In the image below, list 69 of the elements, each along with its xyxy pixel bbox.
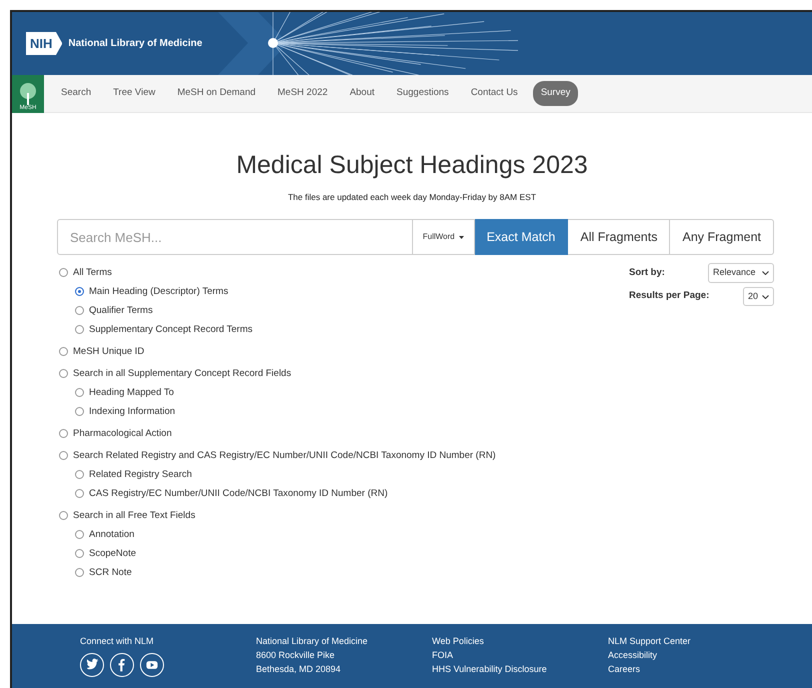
radio-button[interactable]	[59, 268, 68, 278]
radio-option[interactable]: Search in all Free Text Fields	[59, 506, 629, 526]
footer-link[interactable]: Careers	[608, 662, 784, 676]
search-mode-button[interactable]: Any Fragment	[670, 219, 774, 256]
radio-option[interactable]: Annotation	[75, 525, 629, 544]
radio-option[interactable]: Main Heading (Descriptor) Terms	[75, 282, 629, 302]
radio-option[interactable]: Heading Mapped To	[75, 383, 629, 402]
radio-option[interactable]: Pharmacological Action	[59, 424, 629, 444]
results-per-page-label: Results per Page:	[629, 289, 710, 304]
twitter-icon[interactable]	[80, 653, 104, 677]
radio-option[interactable]: Indexing Information	[75, 402, 629, 422]
site-title[interactable]: National Library of Medicine	[68, 36, 202, 51]
radio-button[interactable]	[75, 568, 84, 578]
radio-button[interactable]	[75, 549, 84, 558]
search-mode-button[interactable]: Exact Match	[474, 219, 568, 256]
youtube-icon[interactable]	[140, 653, 164, 677]
footer-link[interactable]: 8600 Rockville Pike	[256, 648, 432, 662]
radio-option[interactable]: Search in all Supplementary Concept Record Fields	[59, 364, 629, 384]
radio-button[interactable]	[59, 511, 68, 520]
subtitle: The files are updated each week day Monday-Friday by 8AM EST	[286, 190, 538, 204]
nav-link[interactable]: MeSH on Demand	[166, 86, 267, 101]
radio-option[interactable]: Search Related Registry and CAS Registry/EC Number/UNII Code/NCBI Taxonomy ID Number (RN)	[59, 446, 629, 466]
footer-heading: National Library of Medicine	[256, 635, 369, 648]
radio-button[interactable]	[75, 325, 84, 334]
footer-link[interactable]: HHS Vulnerability Disclosure	[432, 662, 608, 676]
radio-button[interactable]	[59, 429, 68, 438]
radio-button[interactable]	[59, 451, 68, 460]
radio-button[interactable]	[59, 347, 68, 356]
search-mode-button[interactable]: All Fragments	[568, 219, 670, 256]
radio-button[interactable]	[59, 369, 68, 378]
nav-link[interactable]: About	[338, 86, 386, 101]
footer-heading: Connect with NLM	[80, 635, 155, 648]
nih-logo[interactable]: NIH	[26, 32, 62, 56]
radio-button[interactable]	[75, 530, 84, 540]
footer-link[interactable]: Accessibility	[608, 648, 784, 662]
chevron-down-icon	[762, 294, 769, 298]
footer-link[interactable]: FOIA	[432, 648, 608, 662]
footer-heading: NLM Support Center	[608, 635, 692, 648]
radio-option[interactable]: MeSH Unique ID	[59, 342, 629, 362]
search-field[interactable]: Search MeSH...	[57, 219, 413, 256]
radio-option[interactable]: Supplementary Concept Record Terms	[75, 320, 629, 340]
radio-option[interactable]: ScopeNote	[75, 544, 629, 564]
nav-link[interactable]: Suggestions	[386, 86, 460, 101]
sort-by-label: Sort by:	[629, 266, 665, 280]
chevron-down-icon	[762, 271, 769, 275]
radio-option[interactable]: CAS Registry/EC Number/UNII Code/NCBI Taxonomy ID Number (RN)	[75, 484, 629, 504]
radio-option[interactable]: SCR Note	[75, 563, 629, 582]
radio-option[interactable]: All Terms	[59, 263, 629, 282]
footer-heading: Web Policies	[432, 635, 485, 648]
sort-by-select[interactable]: Relevance	[708, 263, 774, 283]
radio-button[interactable]	[75, 306, 84, 316]
radio-button[interactable]	[75, 287, 84, 296]
radio-button[interactable]	[75, 489, 84, 498]
nav-link[interactable]: Search	[50, 86, 102, 101]
radio-button[interactable]	[75, 470, 84, 480]
page-title: Medical Subject Headings 2023	[235, 150, 589, 181]
caret-icon	[458, 236, 464, 239]
nav-link[interactable]: Contact Us	[460, 86, 529, 101]
survey-button[interactable]: Survey	[532, 81, 578, 106]
facebook-icon[interactable]	[110, 653, 134, 677]
footer-link[interactable]: Bethesda, MD 20894	[256, 662, 432, 676]
radio-button[interactable]	[75, 407, 84, 416]
results-per-page-select[interactable]: 20	[742, 286, 774, 306]
nav-link[interactable]: MeSH 2022	[266, 86, 339, 101]
fullword-dropdown[interactable]: FullWord	[412, 219, 475, 256]
radio-button[interactable]	[75, 388, 84, 398]
nav-link[interactable]: Tree View	[102, 86, 166, 101]
radio-option[interactable]: Related Registry Search	[75, 465, 629, 484]
radio-option[interactable]: Qualifier Terms	[75, 301, 629, 320]
